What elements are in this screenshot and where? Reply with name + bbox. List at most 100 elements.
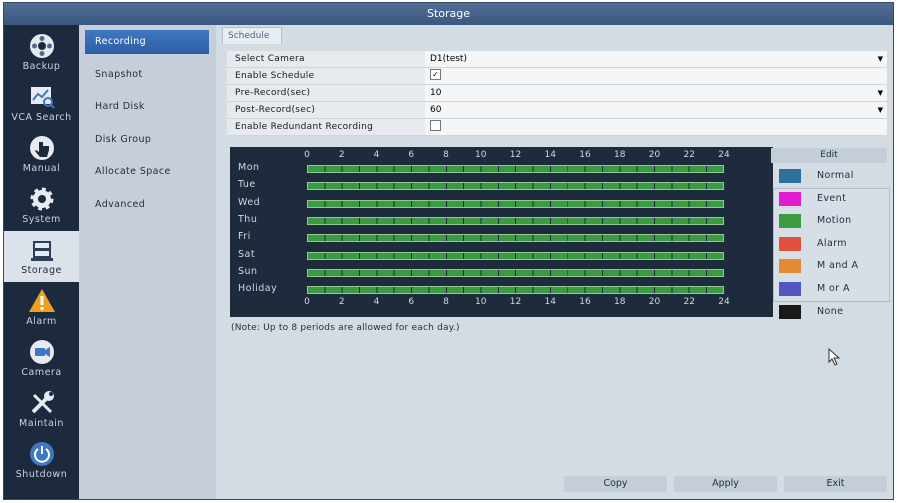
hour-tick-bottom: 10 [475, 297, 487, 307]
nav-item-shutdown[interactable]: Shutdown [4, 435, 79, 486]
form-row-camera: Select Camera D1(test) ▼ [227, 51, 887, 68]
hour-tick-bottom: 24 [718, 297, 730, 307]
dropdown-arrow-icon: ▼ [877, 89, 883, 97]
enable-schedule-checkbox[interactable]: ✓ [430, 69, 441, 80]
tab-schedule[interactable]: Schedule [222, 27, 282, 44]
legend-swatch [779, 236, 801, 251]
gear-icon [30, 187, 53, 211]
nav-label: VCA Search [11, 112, 72, 123]
schedule-bar-mon[interactable] [307, 165, 724, 173]
legend-item-none[interactable]: None [779, 304, 889, 321]
legend-swatch [779, 282, 801, 296]
hour-tick-bottom: 4 [373, 297, 380, 307]
nav-item-maintain[interactable]: Maintain [4, 384, 79, 435]
select-camera-value: D1(test) [430, 54, 467, 64]
alarm-icon [28, 289, 55, 312]
legend-label: Event [817, 192, 847, 204]
legend-item-alarm[interactable]: Alarm [779, 236, 889, 253]
redundant-recording-label: Enable Redundant Recording [227, 119, 425, 135]
hour-tick-top: 18 [614, 150, 626, 160]
legend-swatch [779, 259, 801, 274]
enable-schedule-label: Enable Schedule [227, 68, 425, 84]
hour-tick-bottom: 6 [408, 297, 415, 307]
subnav-item-disk-group[interactable]: Disk Group [85, 128, 209, 152]
hour-tick-bottom: 18 [614, 297, 626, 307]
exit-button[interactable]: Exit [784, 476, 887, 492]
nav-item-backup[interactable]: Backup [4, 27, 79, 78]
subnav-item-snapshot[interactable]: Snapshot [85, 63, 209, 87]
nav-item-manual[interactable]: Manual [4, 129, 79, 180]
subnav-item-allocate-space[interactable]: Allocate Space [85, 160, 209, 184]
manual-icon [29, 136, 54, 160]
schedule-grid[interactable]: 0 0 2 2 4 4 6 6 8 8 10 10 12 12 14 14 16 16 18 18 20 20 22 22 24… [230, 147, 773, 317]
hour-tick-bottom: 16 [579, 297, 591, 307]
nav-label: Alarm [26, 316, 57, 327]
subnav-item-advanced[interactable]: Advanced [85, 193, 209, 217]
legend-swatch [779, 214, 801, 229]
hour-tick-top: 14 [544, 150, 556, 160]
hour-tick-bottom: 0 [304, 297, 310, 307]
camera-icon [29, 340, 54, 364]
form-row-post-record: Post-Record(sec) 60 ▼ [227, 102, 887, 119]
schedule-bar-fri[interactable] [307, 234, 724, 243]
subnav-item-recording[interactable]: Recording [85, 30, 209, 54]
day-label: Tue [238, 179, 256, 191]
apply-button[interactable]: Apply [674, 476, 777, 492]
schedule-bar-sun[interactable] [307, 268, 724, 277]
schedule-bar-holiday[interactable] [307, 286, 724, 295]
legend-label: M or A [817, 283, 850, 294]
hour-tick-top: 22 [683, 150, 695, 160]
hour-tick-top: 6 [408, 150, 415, 160]
day-label: Wed [238, 196, 261, 208]
dropdown-arrow-icon: ▼ [877, 55, 883, 63]
legend-item-normal[interactable]: Normal [779, 169, 889, 185]
hour-tick-bottom: 8 [443, 297, 449, 307]
nav-item-camera[interactable]: Camera [4, 333, 79, 384]
subnav-item-hard-disk[interactable]: Hard Disk [85, 95, 209, 119]
post-record-value: 60 [430, 105, 442, 115]
hour-tick-top: 16 [579, 150, 591, 160]
copy-button[interactable]: Copy [564, 476, 667, 492]
redundant-recording-checkbox[interactable] [430, 120, 441, 131]
select-camera-dropdown[interactable]: D1(test) ▼ [425, 51, 887, 67]
hour-tick-top: 4 [373, 150, 380, 160]
nav-label: Manual [22, 163, 61, 174]
hour-tick-top: 0 [304, 150, 310, 160]
window-title: Storage [4, 3, 893, 25]
legend-item-m-and-a[interactable]: M and A [779, 259, 889, 275]
nav-item-system[interactable]: System [4, 180, 79, 231]
select-camera-label: Select Camera [227, 51, 425, 67]
schedule-bar-tue[interactable] [307, 182, 724, 191]
day-label: Sun [238, 265, 258, 277]
day-label: Fri [238, 231, 251, 243]
edit-button[interactable]: Edit [771, 148, 887, 163]
schedule-bar-wed[interactable] [307, 199, 724, 208]
form-row-pre-record: Pre-Record(sec) 10 ▼ [227, 85, 887, 102]
post-record-label: Post-Record(sec) [227, 102, 425, 118]
hour-tick-bottom: 12 [509, 297, 522, 307]
storage-window: Storage Backup VCA Search Manual System … [3, 2, 894, 500]
nav-label: Backup [22, 61, 61, 72]
nav-item-storage[interactable]: Storage [4, 231, 79, 282]
hour-tick-top: 24 [718, 150, 730, 160]
schedule-bar-sat[interactable] [307, 251, 724, 260]
storage-subnav: Recording Snapshot Hard Disk Disk Group … [79, 25, 216, 499]
mouse-cursor-icon [828, 348, 841, 366]
pre-record-label: Pre-Record(sec) [227, 85, 425, 101]
nav-item-vca-search[interactable]: VCA Search [4, 78, 79, 129]
hour-tick-top: 2 [338, 150, 345, 160]
legend-item-event[interactable]: Event [779, 191, 889, 208]
pre-record-dropdown[interactable]: 10 ▼ [425, 85, 887, 101]
legend-item-motion[interactable]: Motion [779, 214, 889, 230]
post-record-dropdown[interactable]: 60 ▼ [425, 102, 887, 118]
power-icon [29, 442, 54, 466]
legend-item-m-or-a[interactable]: M or A [779, 282, 889, 298]
day-label: Holiday [238, 283, 278, 295]
legend-label: Normal [817, 170, 854, 181]
nav-label: Maintain [19, 418, 64, 429]
nav-item-alarm[interactable]: Alarm [4, 282, 79, 333]
day-label: Mon [238, 162, 260, 173]
nav-label: Shutdown [15, 469, 68, 480]
schedule-note: (Note: Up to 8 periods are allowed for e… [231, 323, 460, 333]
schedule-bar-thu[interactable] [307, 216, 724, 225]
